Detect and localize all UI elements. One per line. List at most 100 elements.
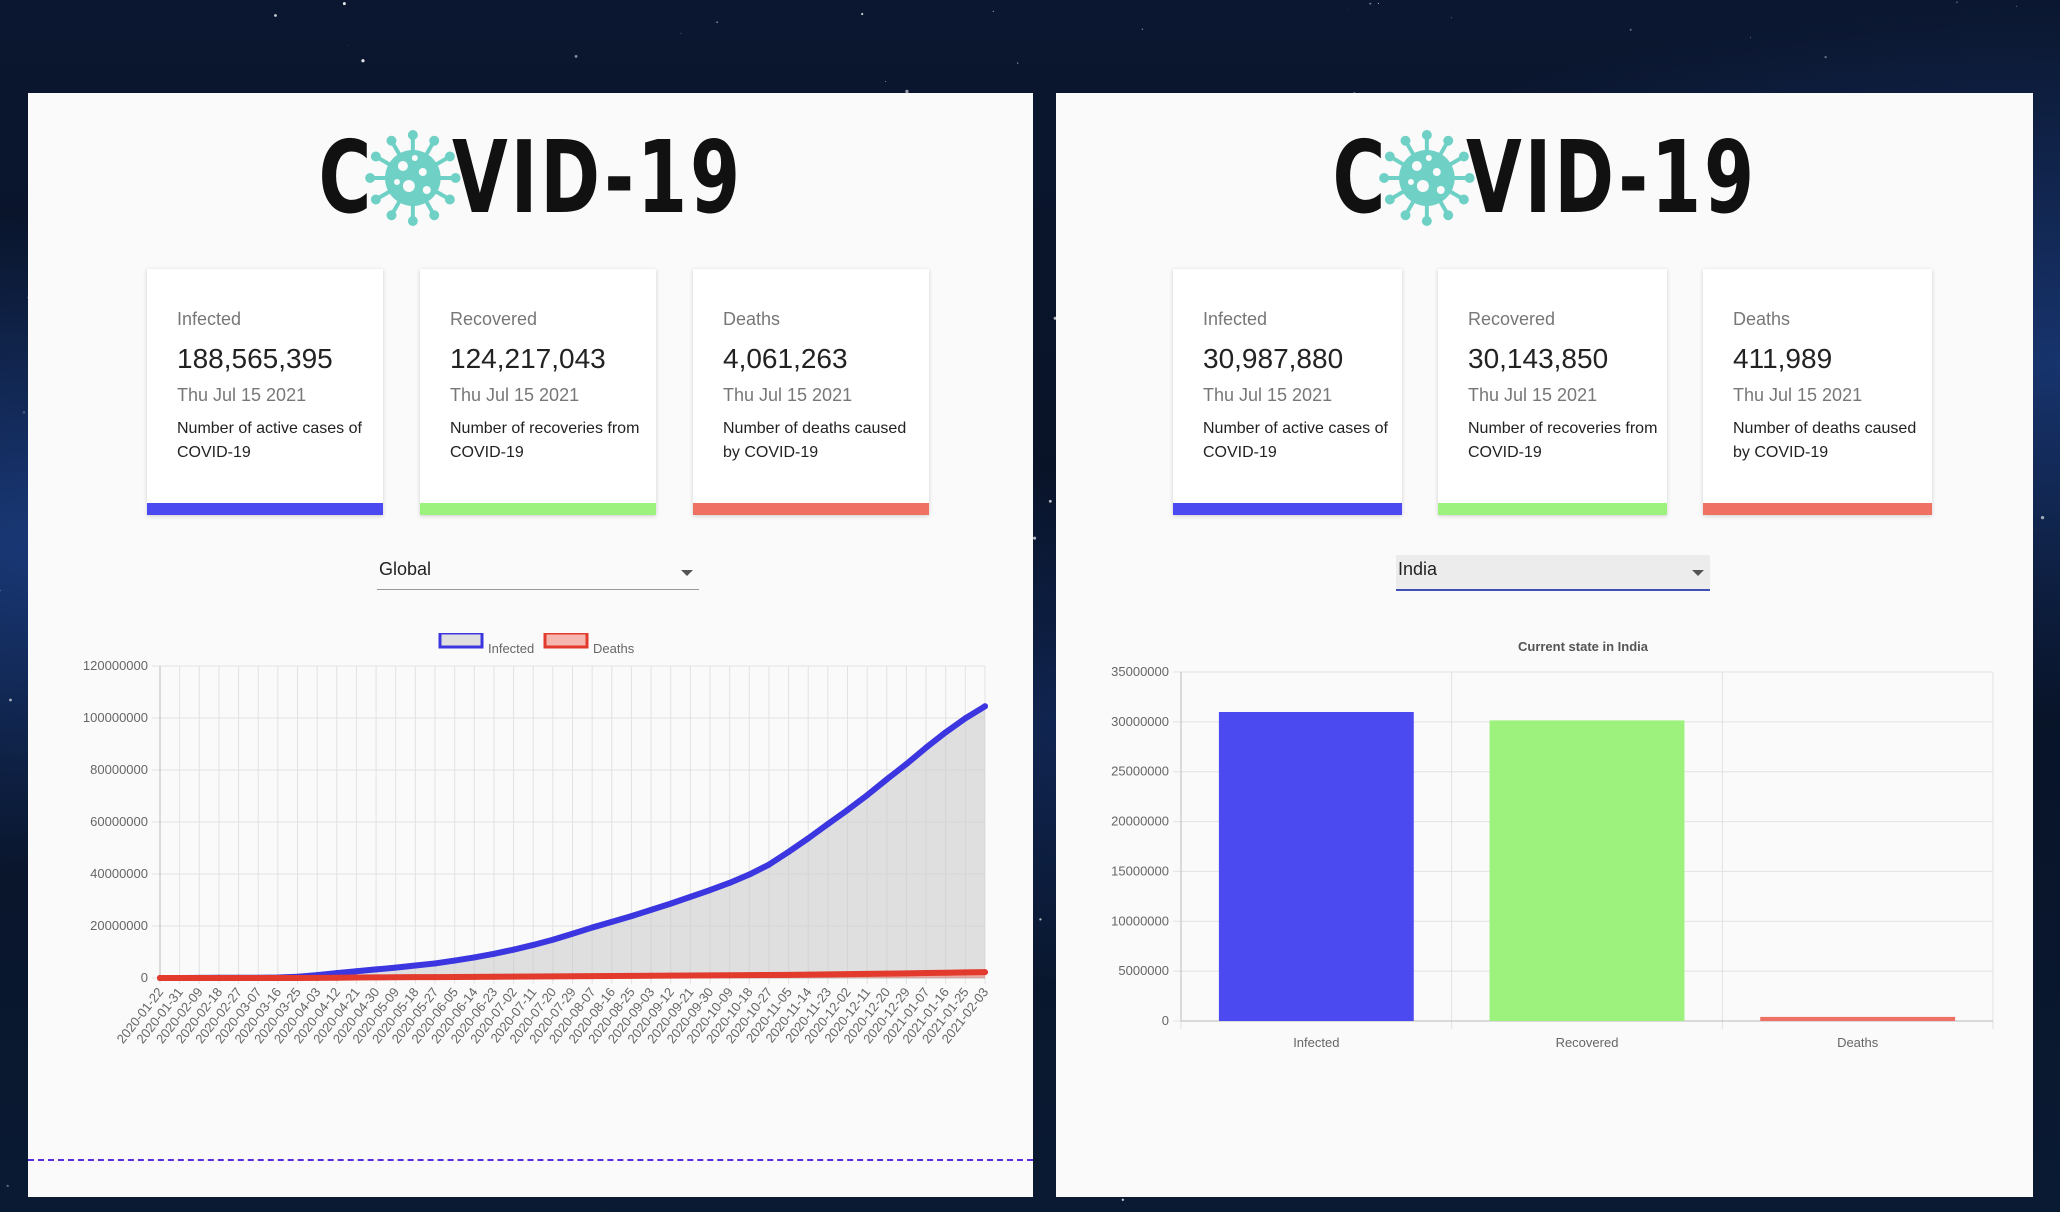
point-infected	[608, 918, 615, 925]
virus-spike-tip	[407, 130, 418, 140]
country-dashboard-panel: C VID-19 Infected 30,987,880 Thu Jul 15 …	[1056, 93, 2033, 1197]
card-title: Recovered	[450, 309, 538, 329]
point-infected	[628, 913, 635, 920]
country-bar-chart: Current state in India 0 5000000 10000000 15…	[1111, 639, 1994, 1050]
virus-spike	[1405, 199, 1416, 214]
star	[2016, 5, 2018, 7]
country-select[interactable]: Global	[377, 555, 699, 590]
star	[1824, 55, 1827, 59]
point-infected	[648, 906, 655, 913]
point-deaths	[373, 974, 380, 981]
card-description: Number of recoveries from COVID-19	[1468, 420, 1658, 461]
star	[6, 1184, 9, 1188]
star	[1141, 28, 1144, 30]
virus-spike	[1391, 156, 1406, 167]
point-deaths	[687, 972, 694, 979]
star	[274, 14, 277, 17]
point-deaths	[648, 972, 655, 979]
point-deaths	[864, 970, 871, 977]
star	[716, 21, 718, 23]
point-deaths	[157, 975, 163, 981]
star	[574, 54, 578, 58]
point-infected	[883, 776, 890, 783]
y-tick-label: 20000000	[1111, 814, 1169, 829]
point-deaths	[667, 972, 674, 979]
y-tick-label: 25000000	[1111, 764, 1169, 779]
x-tick-label: Recovered	[1556, 1035, 1619, 1050]
point-infected	[530, 941, 537, 948]
dropdown-arrow-icon[interactable]	[1692, 570, 1704, 576]
point-deaths	[903, 970, 910, 977]
y-tick-label: 35000000	[1111, 664, 1169, 679]
card-value: 124,217,043	[450, 343, 606, 374]
card-date: Thu Jul 15 2021	[177, 385, 307, 405]
virus-spike	[1438, 142, 1449, 157]
point-deaths	[530, 973, 537, 980]
virus-icon	[1379, 130, 1475, 226]
infected-card: Infected 188,565,395 Thu Jul 15 2021 Num…	[147, 269, 383, 515]
point-infected	[510, 946, 517, 953]
virus-spike-tip	[1384, 151, 1395, 162]
card-date: Thu Jul 15 2021	[1733, 385, 1863, 405]
virus-spike-tip	[1443, 210, 1454, 221]
star	[1039, 918, 1042, 921]
country-select[interactable]: India	[1396, 555, 1710, 591]
deaths-color-bar	[1703, 503, 1932, 515]
y-tick-label: 0	[141, 970, 148, 985]
point-infected	[982, 703, 988, 710]
dashed-divider	[28, 1159, 1033, 1161]
point-deaths	[883, 970, 890, 977]
point-infected	[549, 936, 556, 943]
point-deaths	[785, 971, 792, 978]
y-tick-label: 10000000	[1111, 913, 1169, 928]
point-deaths	[490, 973, 497, 980]
virus-spike	[1391, 189, 1406, 200]
virus-spike-tip	[444, 194, 455, 205]
covid19-logo: C VID-19	[28, 123, 1033, 233]
point-deaths	[392, 974, 399, 981]
card-value: 30,987,880	[1203, 343, 1344, 374]
card-description: Number of deaths caused by COVID-19	[1733, 420, 1917, 461]
bar-recovered	[1489, 720, 1685, 1021]
dropdown-arrow-icon[interactable]	[681, 570, 693, 576]
point-deaths	[353, 974, 360, 981]
star	[992, 10, 994, 12]
virus-spike	[424, 199, 435, 214]
virus-spike-tip	[1443, 135, 1454, 146]
global-line-chart: Infected Deaths 0 20000000 40000000 60000000 8…	[83, 633, 991, 1046]
card-title: Recovered	[1468, 309, 1556, 329]
point-deaths	[432, 974, 438, 981]
card-title: Infected	[177, 309, 242, 329]
virus-spike-tip	[1421, 216, 1432, 226]
point-deaths	[510, 973, 517, 980]
star	[1033, 536, 1037, 540]
virus-spike-tip	[370, 151, 381, 162]
card-description: Number of deaths caused by COVID-19	[723, 420, 907, 461]
deaths-card: Deaths 411,989 Thu Jul 15 2021 Number of…	[1703, 269, 1932, 515]
star	[1121, 1198, 1125, 1201]
recovered-color-bar	[420, 503, 656, 515]
card-date: Thu Jul 15 2021	[1203, 385, 1333, 405]
y-tick-label: 20000000	[90, 918, 148, 933]
point-deaths	[707, 972, 713, 979]
logo-text-vid19: VID-19	[451, 119, 743, 236]
recovered-color-bar	[1438, 503, 1667, 515]
y-tick-label: 100000000	[83, 710, 148, 725]
card-value: 4,061,263	[723, 343, 848, 374]
virus-spike-tip	[1464, 173, 1475, 183]
point-infected	[805, 835, 812, 842]
point-infected	[353, 968, 360, 975]
virus-spike-tip	[386, 135, 397, 146]
card-title: Infected	[1203, 309, 1268, 329]
x-tick-label: Infected	[1293, 1035, 1339, 1050]
point-deaths	[824, 971, 831, 978]
bar-deaths	[1760, 1016, 1956, 1021]
point-infected	[824, 821, 831, 828]
point-deaths	[844, 971, 851, 978]
point-deaths	[274, 974, 281, 981]
point-deaths	[942, 969, 949, 976]
point-deaths	[412, 974, 419, 981]
point-deaths	[765, 971, 772, 978]
star	[1369, 2, 1372, 5]
point-infected	[490, 950, 497, 957]
